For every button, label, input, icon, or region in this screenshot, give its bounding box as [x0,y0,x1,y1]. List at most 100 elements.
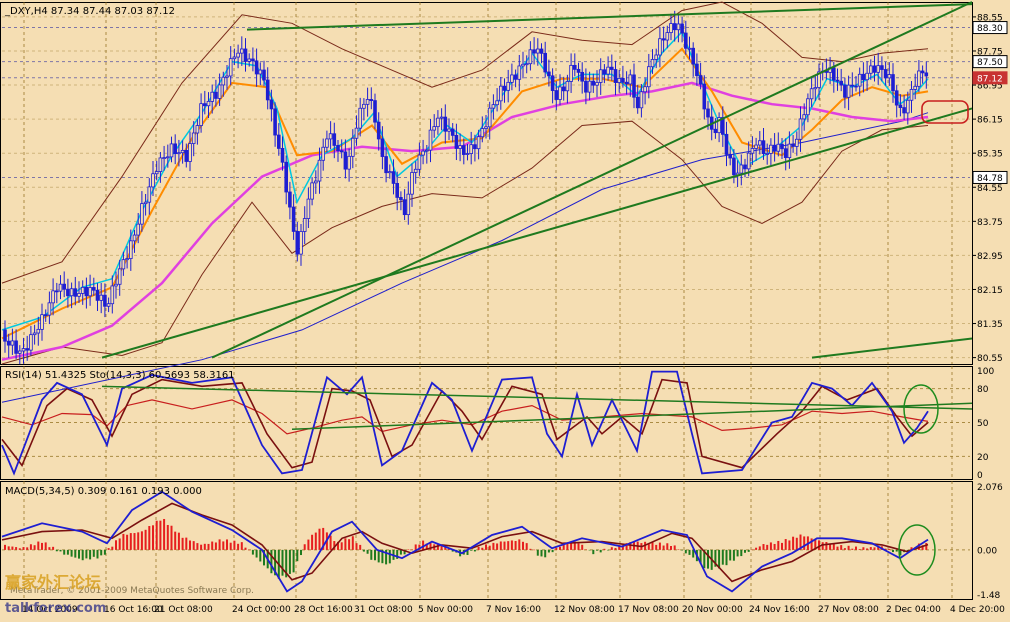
price-tick-label: 85.35 [977,150,1003,160]
macd-histogram-bar [92,549,95,557]
macd-histogram-bar [570,543,573,550]
macd-histogram-bar [522,541,524,550]
macd-histogram-bar [607,549,610,551]
macd-histogram-bar [707,549,709,569]
macd-histogram-bar [244,547,247,550]
macd-histogram-bar [115,540,117,550]
macd-histogram-bar [858,549,861,550]
macd-histogram-bar [52,546,55,550]
macd-histogram-bar [477,546,480,550]
macd-histogram-bar [777,540,780,550]
macd-histogram-bar [588,549,591,551]
macd-histogram-bar [843,548,846,550]
macd-histogram-bar [847,545,850,550]
macd-histogram-bar [892,549,894,553]
macd-histogram-bar [111,546,114,550]
macd-histogram-bar [503,541,506,550]
macd-histogram-bar [795,537,798,550]
macd-histogram-bar [895,549,898,552]
macd-histogram-bar [614,547,617,550]
macd-histogram-bar [44,542,47,550]
rsi-tick-label: 20 [977,453,989,463]
macd-histogram-bar [751,549,754,551]
time-tick-label: 12 Nov 08:00 [554,605,615,615]
macd-histogram-bar [496,543,499,550]
macd-histogram-bar [658,542,661,550]
macd-histogram-bar [411,549,413,551]
macd-histogram-bar [647,544,650,550]
macd-histogram-bar [18,548,21,550]
macd-histogram-bar [603,548,606,550]
time-tick-label: 28 Oct 16:00 [294,605,353,615]
macd-histogram-bar [492,542,495,550]
rsi-tick-label: 80 [977,385,989,395]
macd-histogram-bar [533,549,536,551]
macd-histogram-bar [673,545,676,550]
macd-histogram-bar [407,549,410,550]
macd-histogram-bar [758,546,761,550]
macd-histogram-bar [229,542,232,550]
macd-histogram-bar [747,549,750,552]
macd-histogram-bar [388,549,391,564]
macd-histogram-bar [214,542,217,550]
price-tick-label: 81.35 [977,320,1003,330]
macd-histogram-bar [240,542,243,550]
macd-histogram-bar [869,547,872,550]
macd-histogram-bar [7,546,10,550]
macd-histogram-bar [540,549,543,557]
macd-histogram-bar [888,548,891,550]
time-tick-label: 24 Oct 00:00 [232,605,291,615]
macd-histogram-bar [144,529,147,550]
macd-histogram-bar [11,546,14,550]
macd-histogram-bar [185,537,188,550]
macd-histogram-bar [662,545,665,550]
macd-histogram-bar [544,549,547,558]
macd-histogram-bar [22,547,25,550]
macd-histogram-bar [126,534,129,550]
time-tick-label: 20 Nov 00:00 [682,605,743,615]
macd-histogram-bar [226,539,228,550]
macd-histogram-bar [581,544,584,550]
macd-histogram-bar [584,549,587,550]
macd-histogram-bar [4,544,6,550]
macd-histogram-bar [177,532,180,550]
macd-histogram-bar [351,536,354,550]
macd-histogram-bar [470,549,473,551]
macd-histogram-bar [729,549,732,561]
macd-histogram-bar [374,549,376,561]
price-tick-label: 82.95 [977,252,1003,262]
macd-histogram-bar [784,539,787,550]
macd-histogram-bar [159,520,162,550]
macd-histogram-bar [655,544,658,550]
macd-histogram-bar [163,518,166,550]
price-tick-label: 83.75 [977,218,1003,228]
chart-canvas[interactable]: 88.5587.7586.9586.1585.3584.5583.7582.95… [0,0,1010,618]
macd-histogram-bar [344,538,347,550]
rsi-header: RSI(14) 51.4325 Sto(14,3,3) 60.5693 58.3… [5,370,235,381]
macd-histogram-bar [736,549,739,557]
macd-histogram-bar [559,546,561,550]
macd-histogram-bar [70,549,73,557]
time-tick-label: 2 Dec 04:00 [886,605,941,615]
macd-histogram-bar [233,540,236,550]
macd-histogram-bar [840,545,843,550]
macd-histogram-bar [359,544,362,550]
macd-histogram-bar [66,549,69,555]
rsi-tick-label: 100 [977,367,994,377]
macd-histogram-bar [862,547,865,550]
macd-histogram-bar [118,538,121,550]
macd-histogram-bar [684,549,687,554]
macd-histogram-bar [259,549,262,562]
macd-histogram-bar [133,533,136,550]
macd-histogram-bar [174,531,177,550]
chart-window: 88.55 87.75 86.95 86.15 85.35 84.55 83.75 82.95… [0,0,1010,618]
macd-histogram-bar [81,549,84,561]
macd-histogram-bar [536,549,539,556]
macd-histogram-bar [370,549,373,560]
macd-histogram-bar [59,549,62,552]
macd-histogram-bar [681,549,684,551]
macd-histogram-bar [803,536,806,550]
macd-histogram-bar [366,549,369,554]
price-tick-label: 86.15 [977,116,1003,126]
macd-histogram-bar [473,549,476,552]
